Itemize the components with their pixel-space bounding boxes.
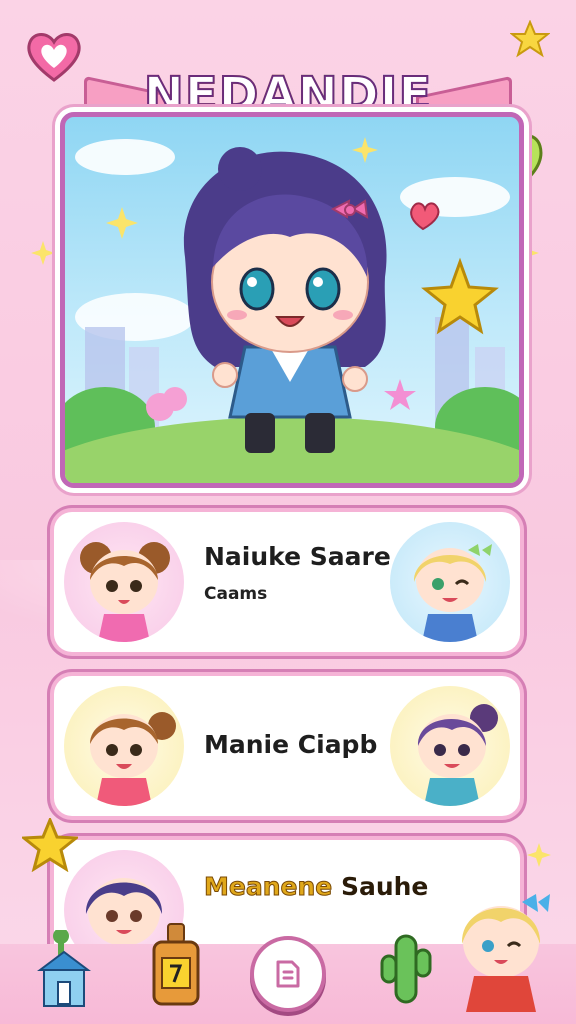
star-icon [22, 818, 78, 872]
avatar [64, 686, 184, 806]
avatar [64, 522, 184, 642]
star-icon [510, 20, 550, 58]
card-title-highlight: Meanene [203, 872, 333, 902]
sparkle-icon [527, 843, 551, 867]
card-title: Meanene Sauhe [203, 872, 429, 902]
hero-scene [65, 137, 519, 483]
list-item[interactable]: Naiuke Saare Caams [54, 512, 520, 652]
hero-illustration [60, 112, 524, 488]
card-title-rest: Sauhe [340, 872, 429, 901]
bottle-icon [152, 923, 200, 1006]
cactus-icon [380, 934, 432, 1004]
avatar [461, 894, 550, 1012]
avatar [390, 522, 510, 642]
avatar [390, 686, 510, 806]
page-button[interactable] [254, 940, 322, 1008]
list-item[interactable]: Manie Ciapb [54, 676, 520, 816]
page-icon [276, 960, 300, 988]
sparkle-icon [31, 241, 55, 265]
card-subtitle: Caams [204, 584, 268, 604]
house-icon [37, 930, 91, 1007]
heart-icon [27, 33, 81, 82]
card-title: Manie Ciapb [204, 730, 378, 759]
card-title: Naiuke Saare [204, 542, 391, 571]
